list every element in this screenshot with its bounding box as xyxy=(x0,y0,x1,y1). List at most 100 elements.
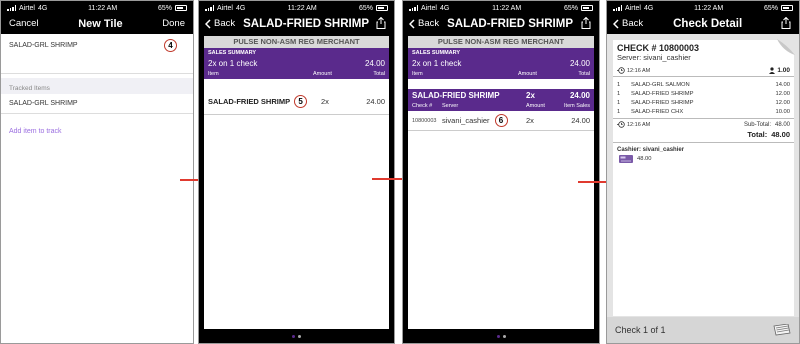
signal-icon xyxy=(409,5,418,11)
carrier: Airtel xyxy=(421,4,437,12)
nav-bar: Back SALAD-FRIED SHRIMP xyxy=(403,15,599,32)
check-server: Server: sivani_cashier xyxy=(617,53,691,62)
col-amount: Amount xyxy=(526,103,545,109)
network: 4G xyxy=(643,4,654,12)
item-total: 24.00 xyxy=(366,97,385,106)
page-title: Check Detail xyxy=(673,17,743,30)
annotation-badge: 4 xyxy=(164,39,177,52)
close-time-icon xyxy=(617,121,625,128)
check-background: CHECK # 10800003 Server: sivani_cashier … xyxy=(607,34,799,343)
status-time: 11:22 AM xyxy=(694,4,724,12)
status-time: 11:22 AM xyxy=(492,4,522,12)
group-total: 24.00 xyxy=(569,91,590,100)
annotation-badge: 6 xyxy=(494,114,508,127)
battery-percent: 65% xyxy=(563,4,578,12)
carrier: Airtel xyxy=(217,4,233,12)
status-time: 11:22 AM xyxy=(88,4,118,12)
col-item: Item xyxy=(412,71,423,77)
line-name: SALAD-FRIED SHRIMP xyxy=(631,90,694,97)
summary-desc: 2x on 1 check xyxy=(208,59,258,68)
status-bar: Airtel 4G 11:22 AM 65% xyxy=(607,1,799,15)
share-icon[interactable] xyxy=(581,17,591,29)
network: 4G xyxy=(439,4,450,12)
page-indicator xyxy=(199,329,394,343)
payment-amount: 48.00 xyxy=(637,156,652,162)
add-item-label: Add item to track xyxy=(9,127,62,135)
cashier-label: Cashier: sivani_cashier xyxy=(617,147,685,153)
signal-icon xyxy=(7,5,16,11)
receipt-stack-icon[interactable] xyxy=(773,324,791,336)
chevron-left-icon xyxy=(205,18,211,29)
back-label: Back xyxy=(418,18,440,29)
open-time: 12:16 AM xyxy=(627,67,651,74)
item-group-header[interactable]: SALAD-FRIED SHRIMP 2x 24.00 Check # Serv… xyxy=(408,89,594,111)
back-label: Back xyxy=(622,18,644,29)
subtotal-label: Sub-Total: xyxy=(743,121,771,128)
content-area: PULSE NON-ASM REG MERCHANT SALES SUMMARY… xyxy=(204,36,389,343)
line-name: SALAD-FRIED CHX xyxy=(631,108,684,115)
check-pager: Check 1 of 1 xyxy=(615,325,666,335)
back-button[interactable]: Back xyxy=(607,18,643,29)
check-footer: Check 1 of 1 xyxy=(607,317,799,343)
line-price: 12.00 xyxy=(775,90,790,97)
check-row[interactable]: 10800003 sivani_cashier 6 2x 24.00 xyxy=(408,111,594,131)
share-icon[interactable] xyxy=(376,17,386,29)
battery-percent: 65% xyxy=(358,4,373,12)
add-item-link[interactable]: Add item to track xyxy=(1,114,193,148)
back-button[interactable]: Back xyxy=(199,18,235,29)
battery-icon xyxy=(781,5,793,11)
nav-bar: Back SALAD-FRIED SHRIMP xyxy=(199,15,394,32)
server-name: sivani_cashier xyxy=(442,116,490,125)
carrier: Airtel xyxy=(19,4,35,12)
content-area: PULSE NON-ASM REG MERCHANT SALES SUMMARY… xyxy=(408,36,594,343)
done-button[interactable]: Done xyxy=(162,18,185,29)
summary-caption: SALES SUMMARY xyxy=(208,50,257,56)
status-bar: Airtel 4G 11:22 AM 65% xyxy=(1,1,193,15)
summary-total: 24.00 xyxy=(364,59,385,68)
line-qty: 1 xyxy=(617,108,621,115)
item-sales: 24.00 xyxy=(571,116,590,125)
tracked-item-row[interactable]: SALAD-GRL SHRIMP xyxy=(1,94,193,114)
col-item: Item xyxy=(208,71,219,77)
item-row[interactable]: SALAD-FRIED SHRIMP 5 2x 24.00 xyxy=(204,89,389,115)
page-title: SALAD-FRIED SHRIMP xyxy=(243,17,369,30)
chevron-left-icon xyxy=(409,18,415,29)
col-amount: Amount xyxy=(313,71,332,77)
section-header-label: Tracked Items xyxy=(9,85,50,92)
item-label: SALAD-GRL SHRIMP xyxy=(9,42,78,49)
section-header: Tracked Items xyxy=(1,78,193,94)
col-server: Server xyxy=(442,103,459,109)
line-qty: 1 xyxy=(617,90,621,97)
merchant-header: PULSE NON-ASM REG MERCHANT xyxy=(408,36,594,48)
signal-icon xyxy=(613,5,622,11)
nav-bar: Back Check Detail xyxy=(607,15,799,32)
share-icon[interactable] xyxy=(781,17,791,29)
col-total: Total xyxy=(578,71,590,77)
back-button[interactable]: Back xyxy=(403,18,439,29)
open-time-icon xyxy=(617,67,625,74)
col-amount: Amount xyxy=(518,71,537,77)
col-check: Check # xyxy=(412,103,433,109)
col-total: Total xyxy=(373,71,385,77)
credit-card-icon xyxy=(619,155,633,163)
battery-percent: 65% xyxy=(763,4,778,12)
group-qty: 2x xyxy=(526,91,535,100)
page-curl-icon xyxy=(777,39,795,55)
line-item: 1 SALAD-FRIED SHRIMP 12.00 xyxy=(617,89,790,98)
line-qty: 1 xyxy=(617,81,621,88)
battery-icon xyxy=(376,5,388,11)
subtotal-value: 48.00 xyxy=(774,121,790,128)
item-row[interactable]: SALAD-GRL SHRIMP 4 xyxy=(1,34,193,74)
guest-icon xyxy=(769,67,776,74)
line-name: SALAD-FRIED SHRIMP xyxy=(631,99,694,106)
line-price: 14.00 xyxy=(775,81,790,88)
page-title: SALAD-FRIED SHRIMP xyxy=(447,17,573,30)
carrier: Airtel xyxy=(625,4,641,12)
cancel-button[interactable]: Cancel xyxy=(9,18,39,29)
line-item: 1 SALAD-FRIED CHX 10.00 xyxy=(617,107,790,116)
line-item: 1 SALAD-FRIED SHRIMP 12.00 xyxy=(617,98,790,107)
phone-screen-item-summary: Airtel 4G 11:22 AM 65% Back SALAD-FRIED … xyxy=(198,0,395,344)
phone-screen-item-detail: Airtel 4G 11:22 AM 65% Back SALAD-FRIED … xyxy=(402,0,600,344)
battery-icon xyxy=(175,5,187,11)
tracked-item-label: SALAD-GRL SHRIMP xyxy=(9,100,78,107)
